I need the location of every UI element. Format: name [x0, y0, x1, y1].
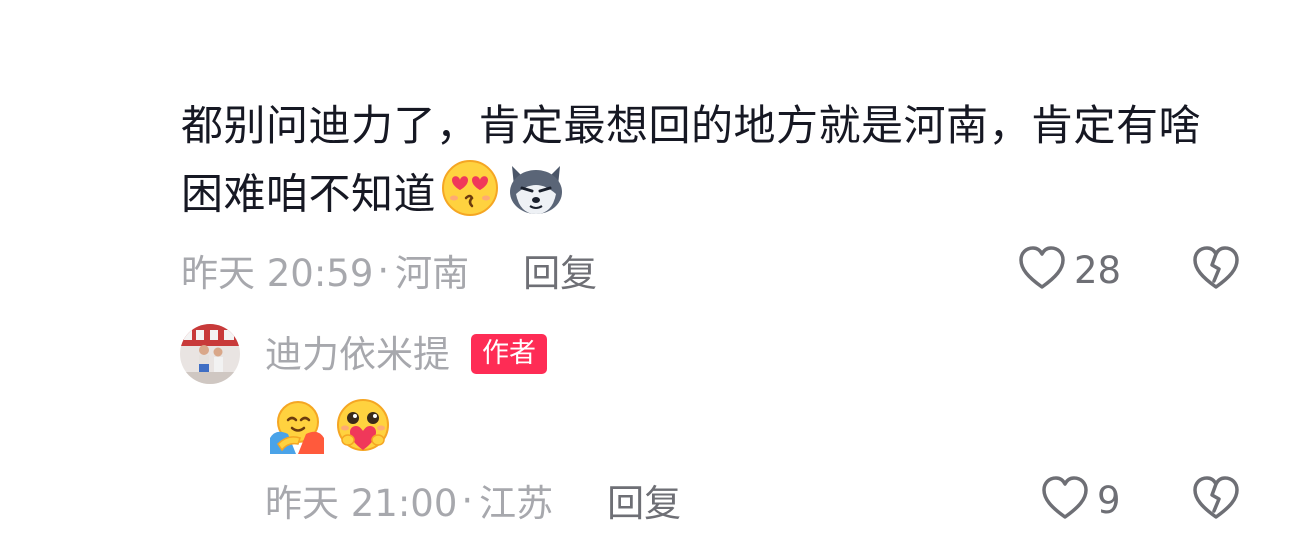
- reply-button[interactable]: 回复: [523, 243, 597, 297]
- like-count: 9: [1097, 478, 1121, 522]
- meta-separator: ·: [377, 248, 390, 292]
- dislike-button[interactable]: [1192, 245, 1240, 295]
- author-badge: 作者: [471, 334, 547, 374]
- heart-eyes-kiss-emoji-icon: [440, 158, 500, 236]
- reply-meta: 昨天 21:00 · 江苏 回复: [265, 473, 681, 527]
- author-avatar[interactable]: [180, 324, 240, 384]
- reply-timestamp: 昨天 21:00: [265, 482, 458, 525]
- comment-timestamp: 昨天 20:59: [181, 252, 374, 295]
- heart-icon: [1041, 475, 1089, 525]
- like-button[interactable]: 9: [1041, 475, 1121, 525]
- comment-body: 都别问迪力了，肯定最想回的地方就是河南，肯定有啥困难咱不知道: [181, 94, 1241, 236]
- comment-text: 都别问迪力了，肯定最想回的地方就是河南，肯定有啥困难咱不知道: [181, 101, 1202, 219]
- like-count: 28: [1074, 248, 1122, 292]
- hug-emoji-icon: [268, 398, 326, 460]
- meta-separator: ·: [461, 478, 474, 522]
- broken-heart-icon: [1192, 246, 1240, 295]
- reply-button[interactable]: 回复: [607, 473, 681, 527]
- author-name[interactable]: 迪力依米提: [265, 330, 450, 380]
- comment-location: 河南: [395, 252, 470, 295]
- dislike-button[interactable]: [1192, 475, 1240, 525]
- husky-dog-emoji-icon: [504, 158, 568, 236]
- like-button[interactable]: 28: [1018, 245, 1121, 295]
- comment-meta: 昨天 20:59 · 河南 回复: [181, 243, 597, 297]
- reply-body: [268, 398, 392, 460]
- reply-location: 江苏: [479, 482, 554, 525]
- heart-hands-emoji-icon: [334, 398, 392, 460]
- heart-icon: [1018, 245, 1066, 295]
- broken-heart-icon: [1192, 476, 1240, 525]
